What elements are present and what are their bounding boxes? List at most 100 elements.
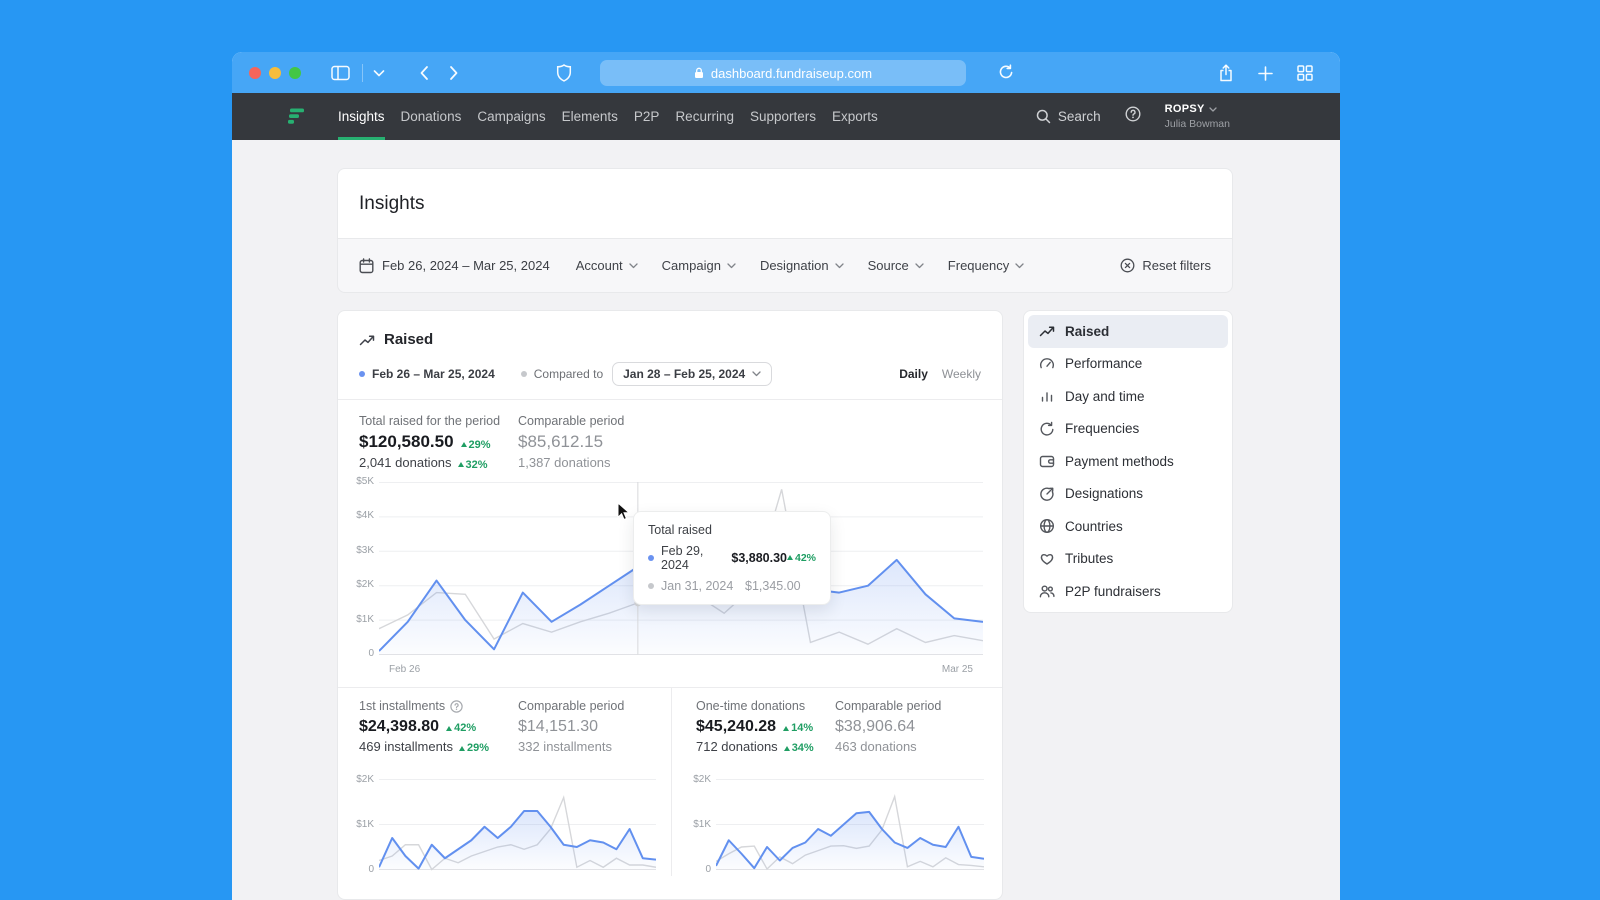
lock-icon [694, 67, 704, 79]
back-button[interactable] [419, 65, 429, 81]
target-arrow-icon [1039, 486, 1055, 502]
up-arrow-icon [783, 726, 789, 731]
url-text: dashboard.fundraiseup.com [711, 66, 872, 81]
sidebar-toggle-icon[interactable] [331, 65, 350, 81]
filter-account[interactable]: Account [576, 258, 638, 273]
filter-campaign[interactable]: Campaign [662, 258, 736, 273]
y-axis-labels: $2K$1K0 [696, 779, 716, 876]
installments-count: 469 installments [359, 739, 453, 754]
privacy-shield-icon[interactable] [556, 64, 572, 82]
titlebar-divider [362, 64, 363, 82]
chart-plot-area[interactable] [716, 779, 984, 876]
granularity-daily[interactable]: Daily [899, 367, 928, 381]
compare-period-select[interactable]: Jan 28 – Feb 25, 2024 [612, 362, 772, 386]
up-arrow-icon [458, 462, 464, 467]
onetime-label: One-time donations [696, 698, 835, 715]
x-label-start: Feb 26 [389, 664, 420, 675]
forward-button[interactable] [449, 65, 459, 81]
up-arrow-icon [459, 746, 465, 751]
new-tab-icon[interactable] [1258, 64, 1273, 82]
tab-overview-icon[interactable] [1297, 64, 1313, 82]
installments-chart[interactable]: $2K$1K0 [359, 779, 671, 876]
sidebar-item-performance[interactable]: Performance [1028, 348, 1228, 381]
y-axis-labels: $5K$4K$3K$2K$1K0 [359, 482, 379, 661]
comparable-count: 332 installments [518, 739, 624, 754]
date-range-filter[interactable]: Feb 26, 2024 – Mar 25, 2024 [359, 258, 550, 274]
change-badge: 32% [458, 459, 488, 471]
nav-item-donations[interactable]: Donations [393, 93, 470, 140]
calendar-icon [359, 258, 374, 274]
sidebar-item-tributes[interactable]: Tributes [1028, 543, 1228, 576]
first-installments-section: 1st installments $24,398.80 42% [338, 688, 671, 877]
compared-to-label: Compared to [521, 367, 603, 381]
fundraiseup-logo[interactable] [287, 108, 306, 125]
nav-item-recurring[interactable]: Recurring [667, 93, 742, 140]
sidebar-item-designations[interactable]: Designations [1028, 478, 1228, 511]
change-badge: 29% [459, 742, 489, 754]
chart-plot-area[interactable] [379, 779, 656, 876]
account-menu[interactable]: ROPSY Julia Bowman [1165, 103, 1230, 130]
comparable-value: $14,151.30 [518, 718, 624, 736]
chevron-down-icon[interactable] [373, 69, 385, 77]
comparable-donations: 1,387 donations [518, 455, 624, 470]
address-bar[interactable]: dashboard.fundraiseup.com [600, 60, 966, 86]
filter-source[interactable]: Source [868, 258, 924, 273]
heart-icon [1039, 551, 1055, 566]
sidebar-item-raised[interactable]: Raised [1028, 315, 1228, 348]
y-tick-label: $5K [356, 476, 374, 487]
search-button[interactable]: Search [1036, 109, 1101, 124]
installments-label: 1st installments [359, 699, 445, 713]
page-body: Insights Feb 26, 2024 – Mar 25, 2024 Acc… [232, 140, 1340, 900]
zoom-window-button[interactable] [289, 67, 301, 79]
page-title: Insights [359, 193, 424, 215]
page-header-card: Insights [337, 168, 1233, 238]
nav-item-elements[interactable]: Elements [554, 93, 626, 140]
close-window-button[interactable] [249, 67, 261, 79]
tooltip-date: Jan 31, 2024 [661, 579, 745, 593]
help-icon[interactable] [1125, 106, 1141, 127]
nav-item-supporters[interactable]: Supporters [742, 93, 824, 140]
y-tick-label: $2K [356, 579, 374, 590]
browser-window: dashboard.fundraiseup.com [232, 52, 1340, 900]
comparable-count: 463 donations [835, 739, 941, 754]
sidebar-item-frequencies[interactable]: Frequencies [1028, 413, 1228, 446]
y-tick-label: $3K [356, 545, 374, 556]
current-period-dot [648, 555, 654, 561]
browser-titlebar: dashboard.fundraiseup.com [232, 52, 1340, 93]
nav-item-campaigns[interactable]: Campaigns [469, 93, 553, 140]
chart-svg[interactable] [379, 779, 656, 871]
filter-bar: Feb 26, 2024 – Mar 25, 2024 Account Camp… [337, 238, 1233, 293]
user-name: Julia Bowman [1165, 118, 1230, 130]
total-raised-chart[interactable]: $5K$4K$3K$2K$1K0 Total raised Feb 29, 20… [338, 482, 1002, 661]
change-badge: 42% [446, 722, 476, 734]
x-label-end: Mar 25 [942, 664, 973, 675]
installments-value: $24,398.80 [359, 718, 439, 736]
compare-period-dot [521, 371, 527, 377]
mouse-cursor [617, 502, 631, 526]
reset-icon [1120, 258, 1135, 273]
y-tick-label: 0 [705, 864, 711, 875]
nav-item-p2p[interactable]: P2P [626, 93, 668, 140]
sidebar-item-countries[interactable]: Countries [1028, 510, 1228, 543]
people-icon [1039, 584, 1055, 599]
minimize-window-button[interactable] [269, 67, 281, 79]
help-circle-icon[interactable] [450, 700, 463, 713]
onetime-chart[interactable]: $2K$1K0 [696, 779, 1002, 876]
filter-designation[interactable]: Designation [760, 258, 844, 273]
insights-sidebar: Raised Performance Day and time Fre [1023, 310, 1233, 613]
chart-plot-area[interactable]: Total raised Feb 29, 2024 $3,880.30 42% [379, 482, 983, 661]
chart-svg[interactable] [716, 779, 984, 871]
nav-item-insights[interactable]: Insights [330, 93, 393, 140]
sidebar-item-day-and-time[interactable]: Day and time [1028, 380, 1228, 413]
reload-icon[interactable] [998, 64, 1014, 80]
chevron-down-icon [629, 263, 638, 269]
sidebar-item-p2p-fundraisers[interactable]: P2P fundraisers [1028, 575, 1228, 608]
chevron-down-icon [752, 371, 761, 377]
filter-frequency[interactable]: Frequency [948, 258, 1024, 273]
reset-filters-button[interactable]: Reset filters [1120, 258, 1211, 273]
sidebar-item-payment-methods[interactable]: Payment methods [1028, 445, 1228, 478]
share-icon[interactable] [1218, 64, 1234, 82]
granularity-weekly[interactable]: Weekly [942, 367, 981, 381]
nav-item-exports[interactable]: Exports [824, 93, 886, 140]
y-tick-label: 0 [368, 864, 374, 875]
